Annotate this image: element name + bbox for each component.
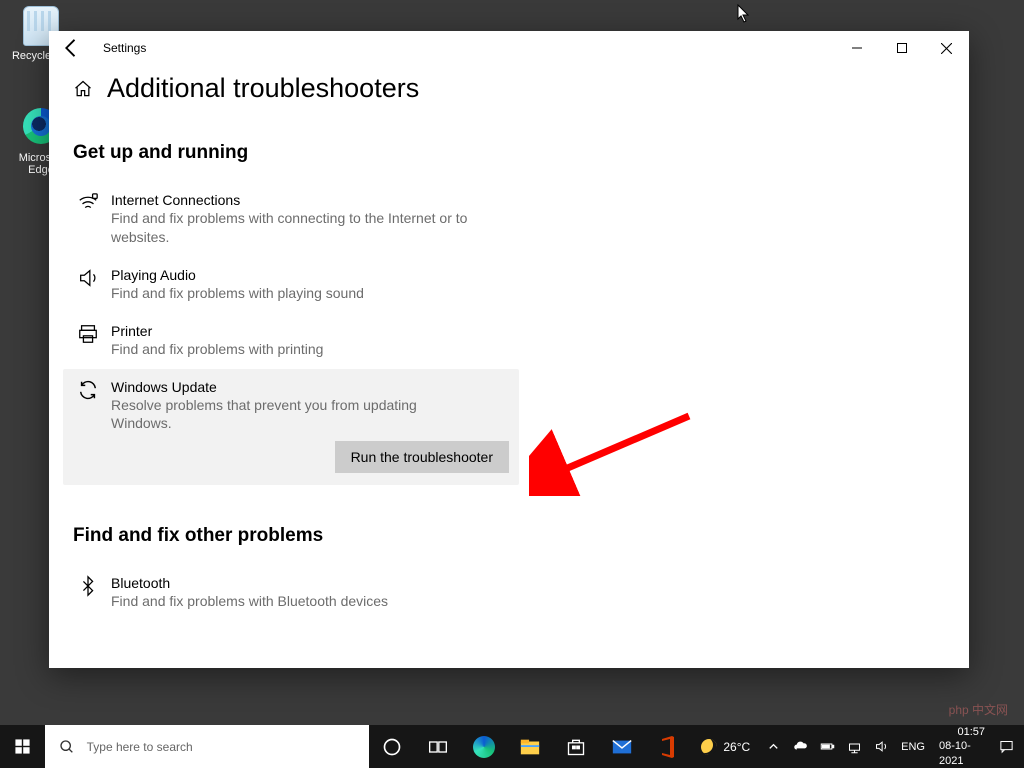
- tray-date: 08-10-2021: [939, 739, 985, 768]
- ts-desc: Find and fix problems with Bluetooth dev…: [111, 592, 388, 611]
- tray-datetime[interactable]: 01:57 08-10-2021: [931, 725, 993, 768]
- search-placeholder: Type here to search: [87, 740, 193, 754]
- home-icon[interactable]: [73, 79, 93, 99]
- tray-battery-icon[interactable]: [814, 725, 841, 768]
- troubleshooter-bluetooth[interactable]: Bluetooth Find and fix problems with Blu…: [63, 565, 955, 621]
- taskbar: Type here to search: [0, 725, 1024, 768]
- troubleshooter-playing-audio[interactable]: Playing Audio Find and fix problems with…: [63, 257, 955, 313]
- taskbar-explorer-icon[interactable]: [507, 725, 553, 768]
- taskbar-search[interactable]: Type here to search: [45, 725, 370, 768]
- section-title-other: Find and fix other problems: [73, 525, 955, 547]
- cursor-icon: [737, 4, 751, 29]
- search-icon: [59, 739, 75, 755]
- tray-onedrive-icon[interactable]: [787, 725, 814, 768]
- start-button[interactable]: [0, 725, 45, 768]
- minimize-button[interactable]: [834, 33, 879, 63]
- tray-notifications-icon[interactable]: [993, 725, 1020, 768]
- bluetooth-icon: [73, 575, 103, 605]
- speaker-icon: [73, 267, 103, 297]
- settings-window: Settings Additional troubleshooters Get …: [49, 31, 969, 668]
- ts-title: Windows Update: [111, 379, 481, 395]
- close-button[interactable]: [924, 33, 969, 63]
- troubleshooter-windows-update[interactable]: Windows Update Resolve problems that pre…: [63, 369, 519, 486]
- ts-desc: Find and fix problems with printing: [111, 340, 323, 359]
- section-title-running: Get up and running: [73, 142, 955, 164]
- tray-time: 01:57: [957, 725, 985, 739]
- desktop: Recycle Bin Microsoft Edge Settings: [0, 0, 1024, 768]
- taskbar-mail-icon[interactable]: [599, 725, 645, 768]
- ts-desc: Find and fix problems with connecting to…: [111, 209, 481, 247]
- ts-desc: Find and fix problems with playing sound: [111, 284, 364, 303]
- taskbar-edge-icon[interactable]: [461, 725, 507, 768]
- tray-volume-icon[interactable]: [868, 725, 895, 768]
- moon-icon: [701, 739, 717, 755]
- tray-language-icon[interactable]: ENG: [895, 725, 931, 768]
- page-title: Additional troubleshooters: [107, 73, 419, 104]
- task-view-icon[interactable]: [415, 725, 461, 768]
- content: Get up and running Internet Connections …: [49, 104, 969, 668]
- taskbar-pinned: [369, 725, 691, 768]
- troubleshooter-internet-connections[interactable]: Internet Connections Find and fix proble…: [63, 182, 955, 257]
- system-tray: 26°C ENG 01:57 08-10-2021: [691, 725, 1024, 768]
- troubleshooter-printer[interactable]: Printer Find and fix problems with print…: [63, 313, 955, 369]
- ts-title: Bluetooth: [111, 575, 388, 591]
- ts-desc: Resolve problems that prevent you from u…: [111, 396, 481, 434]
- run-troubleshooter-button[interactable]: Run the troubleshooter: [335, 441, 509, 473]
- wifi-icon: [73, 192, 103, 222]
- taskbar-office-icon[interactable]: [645, 725, 691, 768]
- app-title: Settings: [103, 41, 146, 55]
- printer-icon: [73, 323, 103, 353]
- titlebar: Settings: [49, 31, 969, 65]
- tray-network-icon[interactable]: [841, 725, 868, 768]
- taskbar-weather[interactable]: 26°C: [691, 725, 760, 768]
- page-header: Additional troubleshooters: [49, 65, 969, 104]
- taskbar-store-icon[interactable]: [553, 725, 599, 768]
- watermark: php 中文网: [949, 701, 1008, 718]
- tray-overflow-icon[interactable]: [760, 725, 787, 768]
- ts-title: Playing Audio: [111, 267, 364, 283]
- cortana-icon[interactable]: [369, 725, 415, 768]
- ts-title: Printer: [111, 323, 323, 339]
- back-button[interactable]: [57, 34, 85, 62]
- sync-icon: [73, 379, 103, 409]
- window-controls: [834, 33, 969, 63]
- ts-title: Internet Connections: [111, 192, 481, 208]
- maximize-button[interactable]: [879, 33, 924, 63]
- weather-temp: 26°C: [723, 740, 750, 754]
